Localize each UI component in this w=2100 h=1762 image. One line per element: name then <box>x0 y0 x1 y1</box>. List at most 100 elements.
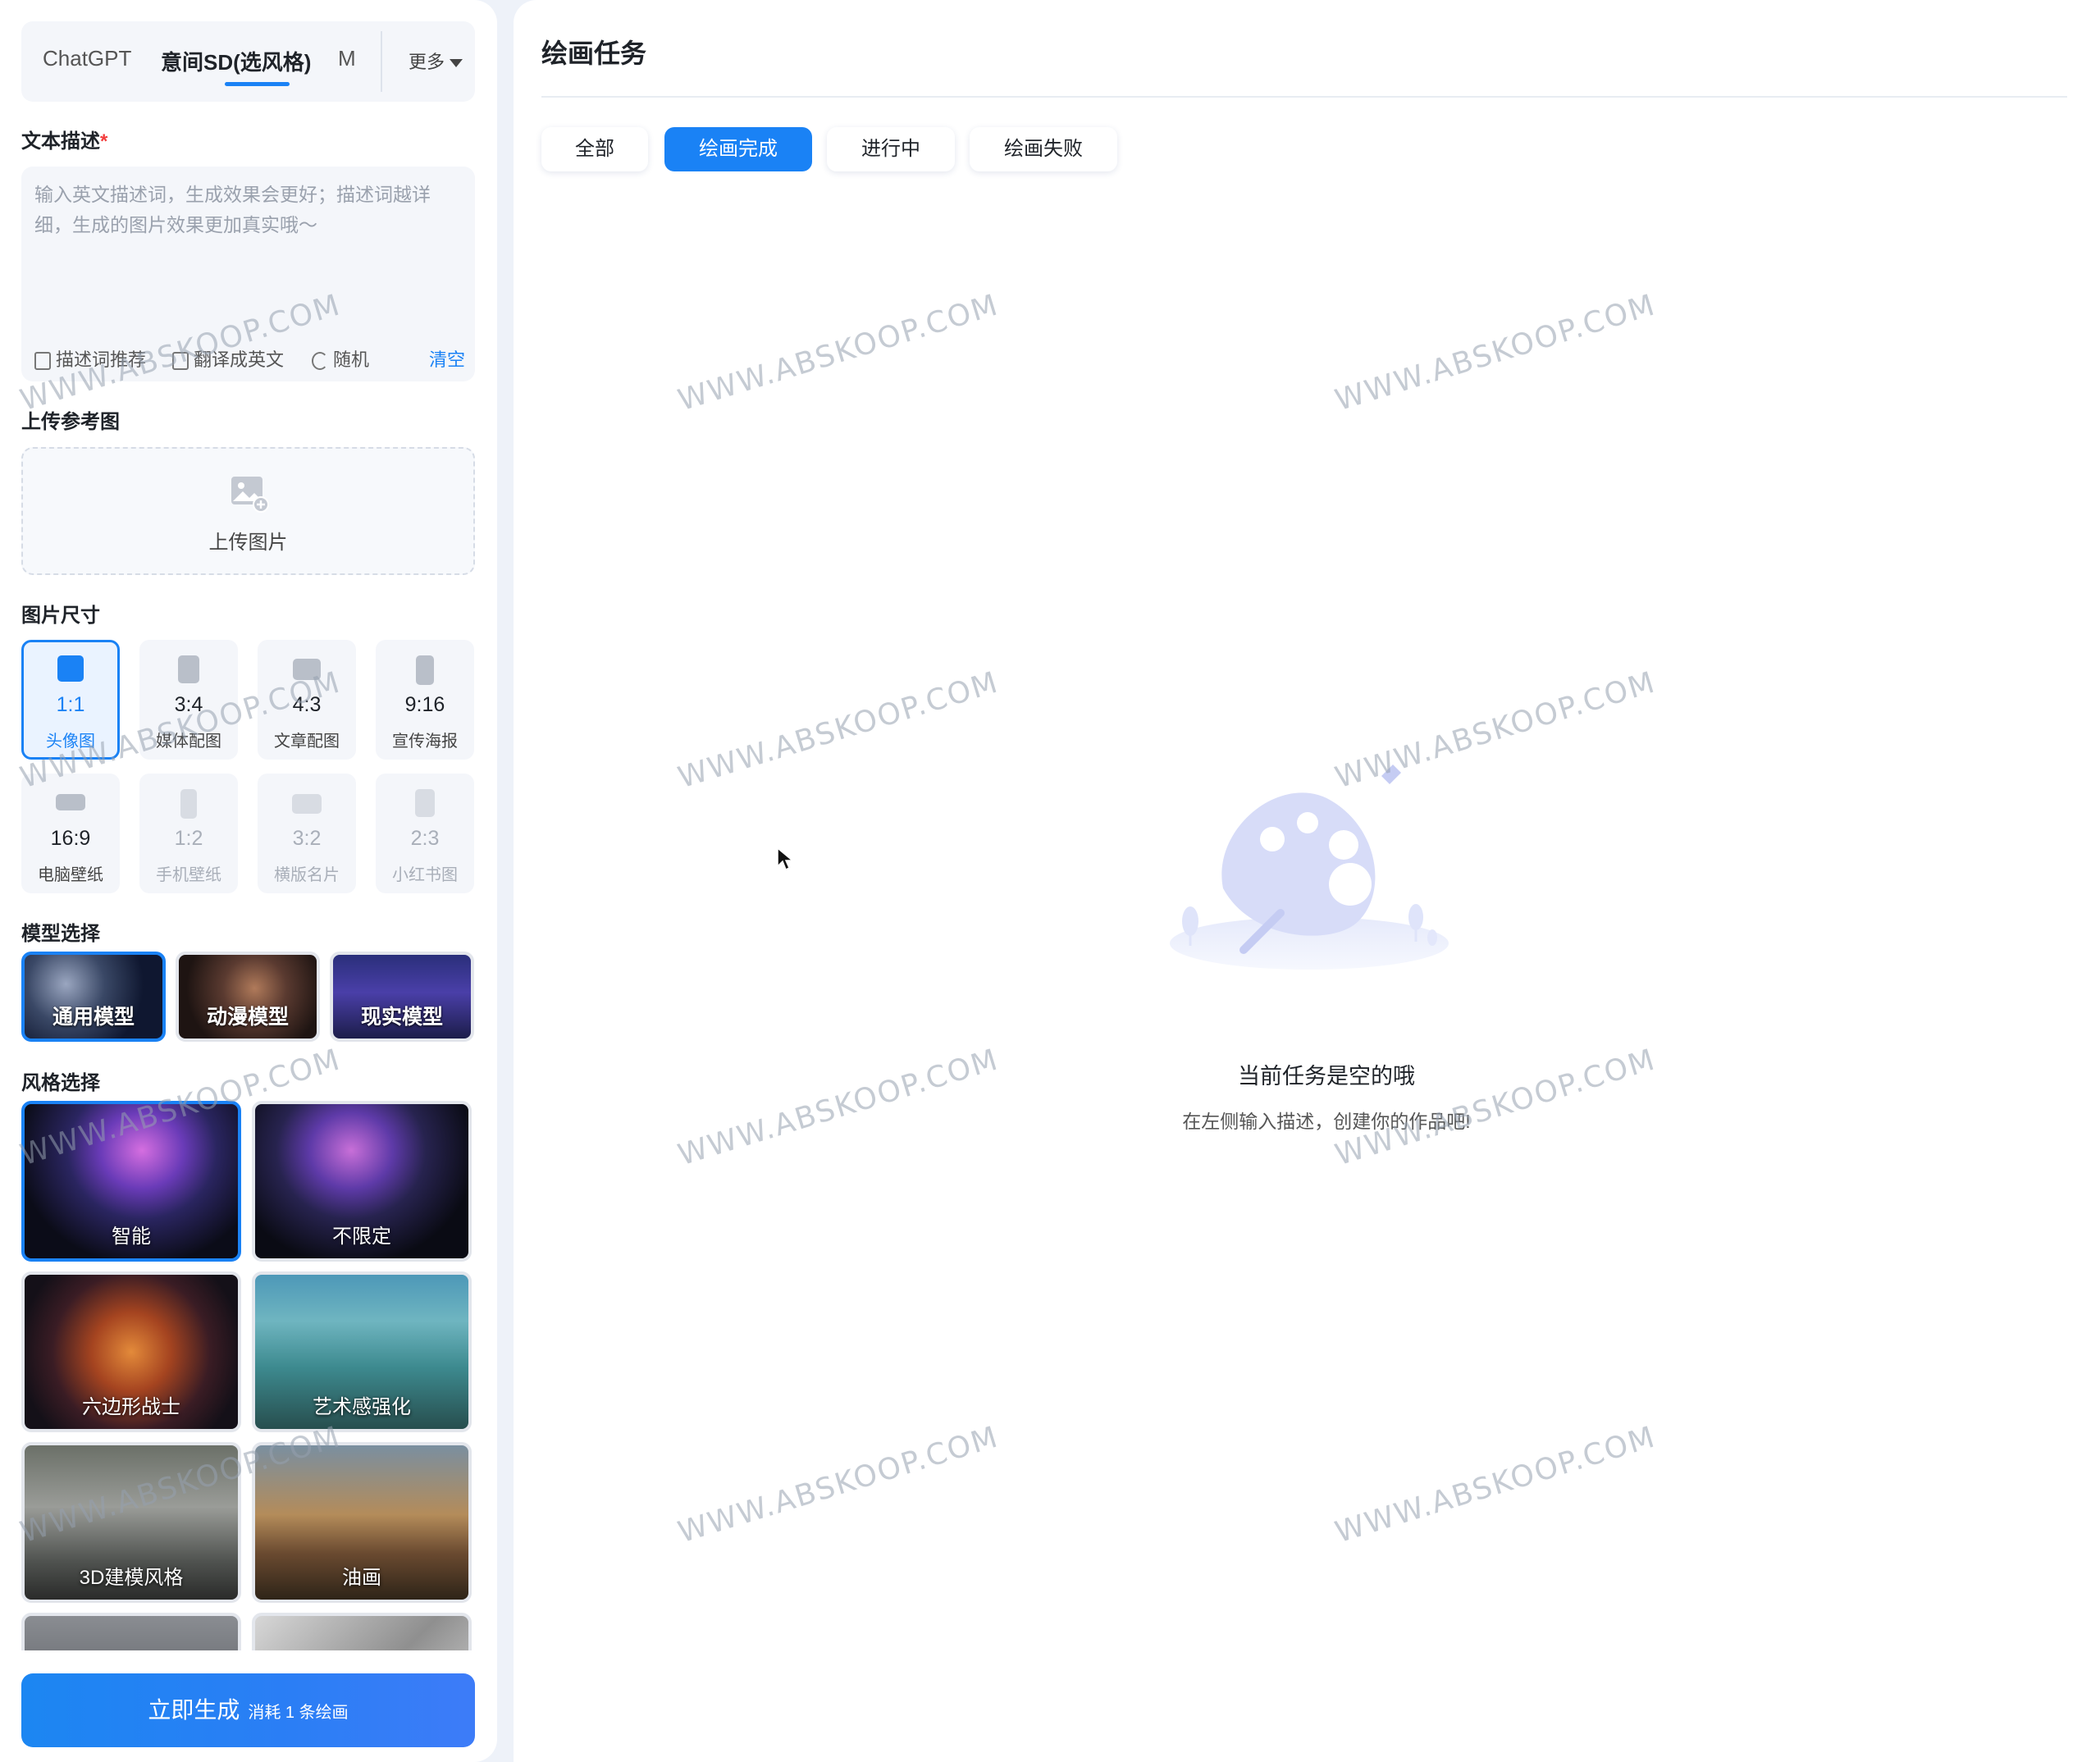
size-option-3-2[interactable]: 3:2 横版名片 <box>258 774 356 893</box>
size-ratio: 2:3 <box>410 827 440 850</box>
generate-button[interactable]: 立即生成 消耗 1 条绘画 <box>21 1673 475 1747</box>
random-button[interactable]: 随机 <box>312 345 369 372</box>
style-option-7[interactable] <box>21 1613 241 1650</box>
empty-palette-illustration <box>1170 765 1449 970</box>
refresh-icon <box>312 352 328 371</box>
size-name: 横版名片 <box>274 866 340 884</box>
style-option-3d-model[interactable]: 3D建模风格 <box>21 1442 241 1603</box>
ratio-tall-icon <box>180 789 197 819</box>
style-name: 六边形战士 <box>82 1396 180 1418</box>
size-ratio: 1:1 <box>56 693 85 716</box>
size-name: 电脑壁纸 <box>38 866 103 884</box>
ratio-landscape-icon <box>293 659 321 680</box>
empty-state-title: 当前任务是空的哦 <box>1238 1064 1415 1089</box>
mouse-cursor-icon <box>777 847 794 871</box>
size-name: 头像图 <box>46 733 95 751</box>
size-ratio: 3:4 <box>174 693 203 716</box>
filter-completed[interactable]: 绘画完成 <box>664 127 812 171</box>
size-option-2-3[interactable]: 2:3 小红书图 <box>376 774 474 893</box>
filter-all[interactable]: 全部 <box>541 127 648 171</box>
size-ratio: 9:16 <box>404 693 445 716</box>
style-option-8[interactable] <box>252 1613 472 1650</box>
size-option-1-1[interactable]: 1:1 头像图 <box>21 640 120 760</box>
translate-label: 翻译成英文 <box>194 349 285 370</box>
style-name: 艺术感强化 <box>313 1396 411 1418</box>
style-name: 油画 <box>342 1567 381 1589</box>
size-name: 手机壁纸 <box>156 866 221 884</box>
style-option-hexagon-warrior[interactable]: 六边形战士 <box>21 1271 241 1432</box>
ratio-portrait-icon <box>178 655 199 683</box>
upload-button-text: 上传图片 <box>208 532 288 554</box>
ratio-wide-icon <box>56 794 85 810</box>
ratio-portrait-icon <box>415 789 435 817</box>
size-option-1-2[interactable]: 1:2 手机壁纸 <box>139 774 238 893</box>
style-options: 智能 不限定 六边形战士 艺术感强化 3D建模风格 油画 <box>21 1101 475 1650</box>
model-name: 动漫模型 <box>206 1006 289 1029</box>
translate-icon <box>172 352 189 371</box>
generate-cost: 消耗 1 条绘画 <box>248 1704 349 1722</box>
active-tab-indicator <box>225 82 290 86</box>
required-mark: * <box>100 130 108 153</box>
model-name: 现实模型 <box>360 1006 443 1029</box>
mode-tabbar: ChatGPT 意间SD(选风格) M 更多 <box>21 21 475 102</box>
empty-state-subtitle: 在左侧输入描述，创建你的作品吧! <box>1182 1111 1471 1132</box>
size-name: 媒体配图 <box>156 733 221 751</box>
size-name: 文章配图 <box>274 733 340 751</box>
model-option-general[interactable]: 通用模型 <box>21 952 166 1042</box>
style-name: 智能 <box>112 1226 151 1248</box>
model-label: 模型选择 <box>21 923 100 945</box>
clear-button[interactable]: 清空 <box>429 345 465 372</box>
style-label: 风格选择 <box>21 1072 100 1094</box>
size-name: 宣传海报 <box>392 733 458 751</box>
size-label: 图片尺寸 <box>21 605 100 627</box>
translate-button[interactable]: 翻译成英文 <box>172 345 284 372</box>
document-icon <box>34 352 51 371</box>
style-option-smart[interactable]: 智能 <box>21 1101 241 1262</box>
suggest-prompt-button[interactable]: 描述词推荐 <box>34 345 146 372</box>
ratio-tall-icon <box>416 655 434 685</box>
more-tabs-dropdown[interactable]: 更多 <box>409 48 463 74</box>
filter-failed[interactable]: 绘画失败 <box>970 127 1117 171</box>
image-add-icon <box>231 477 269 513</box>
page-title: 绘画任务 <box>541 39 647 68</box>
tab-yijian-sd[interactable]: 意间SD(选风格) <box>161 46 311 76</box>
style-option-unlimited[interactable]: 不限定 <box>252 1101 472 1262</box>
tab-truncated[interactable]: M <box>338 46 356 71</box>
style-option-artistic[interactable]: 艺术感强化 <box>252 1271 472 1432</box>
style-name: 不限定 <box>332 1226 391 1248</box>
size-ratio: 4:3 <box>292 693 322 716</box>
generate-label: 立即生成 <box>148 1697 240 1723</box>
random-label: 随机 <box>333 349 370 370</box>
model-option-realistic[interactable]: 现实模型 <box>330 952 474 1042</box>
tab-chatgpt[interactable]: ChatGPT <box>43 46 131 71</box>
text-desc-label-text: 文本描述 <box>21 130 100 153</box>
size-option-4-3[interactable]: 4:3 文章配图 <box>258 640 356 760</box>
left-panel: ChatGPT 意间SD(选风格) M 更多 文本描述* 输入英文描述词，生成效… <box>0 0 497 1762</box>
more-label: 更多 <box>409 52 445 72</box>
right-panel: 绘画任务 全部 绘画完成 进行中 绘画失败 当前任务是空的哦 在左侧输入描述，创… <box>514 0 2100 1762</box>
size-option-9-16[interactable]: 9:16 宣传海报 <box>376 640 474 760</box>
prompt-placeholder: 输入英文描述词，生成效果会更好；描述词越详细，生成的图片效果更加真实哦～ <box>34 184 431 235</box>
caret-down-icon <box>450 59 463 68</box>
title-divider <box>541 96 2067 98</box>
model-name: 通用模型 <box>52 1006 135 1029</box>
size-name: 小红书图 <box>392 866 458 884</box>
size-option-3-4[interactable]: 3:4 媒体配图 <box>139 640 238 760</box>
model-option-anime[interactable]: 动漫模型 <box>176 952 320 1042</box>
style-name: 3D建模风格 <box>79 1567 184 1589</box>
ratio-square-icon <box>57 655 84 682</box>
upload-area[interactable]: 上传图片 <box>21 447 475 575</box>
size-ratio: 3:2 <box>292 827 322 850</box>
prompt-tools: 描述词推荐 翻译成英文 随机 清空 <box>34 345 465 372</box>
prompt-textarea[interactable]: 输入英文描述词，生成效果会更好；描述词越详细，生成的图片效果更加真实哦～ 描述词… <box>21 167 475 381</box>
tab-divider <box>381 31 382 92</box>
size-option-16-9[interactable]: 16:9 电脑壁纸 <box>21 774 120 893</box>
size-ratio: 1:2 <box>174 827 203 850</box>
style-option-oil-painting[interactable]: 油画 <box>252 1442 472 1603</box>
suggest-prompt-label: 描述词推荐 <box>56 349 147 370</box>
text-desc-label: 文本描述* <box>21 125 107 153</box>
filter-in-progress[interactable]: 进行中 <box>827 127 955 171</box>
upload-label: 上传参考图 <box>21 411 120 433</box>
size-ratio: 16:9 <box>50 827 91 850</box>
model-options: 通用模型 动漫模型 现实模型 <box>21 952 475 1042</box>
